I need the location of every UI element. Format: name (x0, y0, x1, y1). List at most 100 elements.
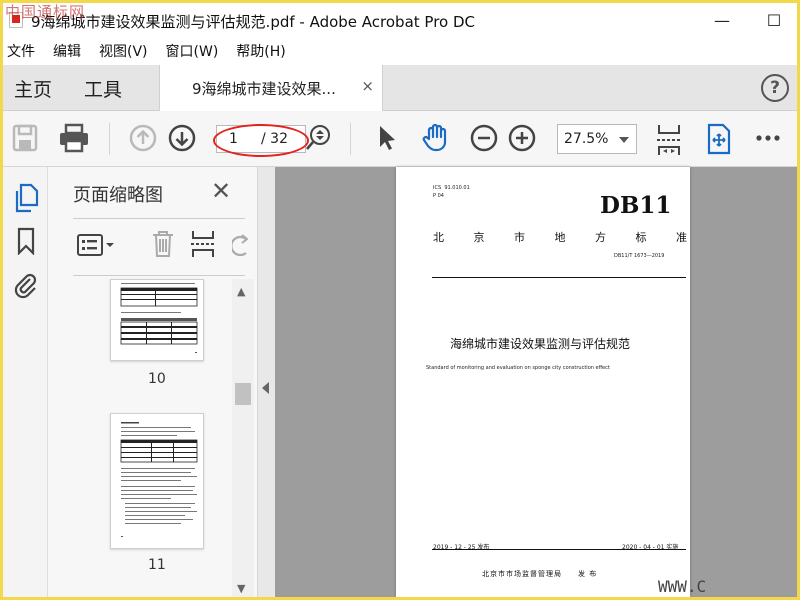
page-stepper-icon (306, 125, 330, 150)
rotate-page-button[interactable] (232, 231, 248, 259)
main-toolbar: 1 / 32 27.5% (3, 111, 797, 167)
pdf-page: ICS 91.010.01 P 04 DB11 北 京 市 地 方 标 准 DB… (396, 167, 690, 597)
insert-page-icon (191, 231, 215, 257)
bottom-watermark: WWW.C (658, 577, 707, 596)
next-page-button[interactable] (168, 123, 196, 153)
paperclip-icon (14, 273, 37, 299)
tab-close-button[interactable]: × (361, 77, 374, 95)
region-char: 市 (514, 231, 525, 244)
insert-page-button[interactable] (190, 229, 216, 259)
document-view[interactable]: ICS 91.010.01 P 04 DB11 北 京 市 地 方 标 准 DB… (275, 167, 797, 597)
attachments-button[interactable] (13, 271, 39, 301)
page-thumbnails-button[interactable] (13, 183, 39, 213)
footer-rule (432, 549, 686, 550)
cursor-arrow-icon (380, 126, 395, 150)
tab-document[interactable]: 9海绵城市建设效果... × (159, 65, 383, 111)
menu-help[interactable]: 帮助(H) (236, 41, 285, 61)
standard-number: DB11/T 1673—2019 (614, 253, 665, 259)
select-tool-button[interactable] (375, 123, 399, 153)
delete-page-button[interactable] (150, 229, 176, 259)
region-char: 京 (473, 231, 485, 244)
expand-page-icon (707, 123, 731, 155)
region-heading: 北 京 市 地 方 标 准 (433, 229, 687, 245)
region-char: 地 (554, 231, 566, 244)
fit-page-icon (657, 125, 681, 155)
menu-bar: 文件 编辑 视图(V) 窗口(W) 帮助(H) (3, 37, 797, 65)
zoom-level-select[interactable]: 27.5% (557, 124, 637, 154)
zoom-in-button[interactable] (508, 123, 536, 153)
prev-page-button[interactable] (129, 123, 157, 153)
window-title: 9海绵城市建设效果监测与评估规范.pdf - Adobe Acrobat Pro… (31, 13, 476, 31)
thumbnails-panel: 页面缩略图 ✕ 10 11 ▲ ▼ (48, 167, 258, 597)
collapse-left-icon[interactable] (262, 382, 269, 394)
region-char: 北 (433, 231, 444, 244)
thumbnail-page-number: 11 (148, 557, 166, 573)
header-rule (432, 277, 686, 278)
page-thumbnail-image (120, 422, 198, 537)
region-char: 准 (676, 231, 687, 244)
minimize-button[interactable]: — (699, 3, 745, 37)
tab-document-label: 9海绵城市建设效果... (192, 80, 336, 98)
page-fit-button[interactable] (655, 123, 683, 157)
options-list-icon (77, 234, 114, 256)
scrollbar-handle[interactable] (235, 383, 251, 405)
arrow-down-circle-icon (168, 124, 196, 152)
panel-divider (73, 275, 245, 276)
scroll-down-icon[interactable]: ▼ (237, 582, 245, 595)
navigation-rail (3, 167, 48, 597)
chevron-down-icon (619, 137, 629, 143)
title-bar: 中国通标网 9海绵城市建设效果监测与评估规范.pdf - Adobe Acrob… (3, 3, 797, 37)
print-button[interactable] (58, 123, 90, 153)
more-dots-icon (756, 135, 780, 141)
panel-collapse-strip[interactable] (258, 167, 275, 597)
plus-circle-icon (508, 124, 536, 152)
hand-tool-button[interactable] (421, 123, 451, 153)
help-button[interactable]: ? (761, 74, 789, 102)
thumbnail-scrollbar[interactable]: ▲ ▼ (232, 279, 254, 597)
save-button[interactable] (11, 123, 39, 153)
minus-circle-icon (470, 124, 498, 152)
panel-divider (73, 218, 245, 219)
maximize-button[interactable]: ☐ (751, 3, 797, 37)
publisher: 北京市市场监督管理局 发 布 (482, 570, 598, 578)
menu-view[interactable]: 视图(V) (99, 41, 148, 61)
page-thumbnail-image (120, 283, 198, 353)
toolbar-divider (109, 123, 110, 155)
bookmark-icon (17, 227, 35, 255)
tab-bar: 主页 工具 9海绵城市建设效果... × ? (3, 65, 797, 111)
thumbnail-page-number: 10 (148, 371, 166, 387)
tab-home[interactable]: 主页 (14, 75, 52, 102)
panel-title: 页面缩略图 (73, 185, 163, 206)
tab-tools[interactable]: 工具 (84, 75, 122, 102)
more-tools-button[interactable] (755, 123, 781, 153)
arrow-up-circle-icon (129, 124, 157, 152)
save-icon (12, 124, 38, 152)
panel-close-button[interactable]: ✕ (211, 177, 231, 205)
menu-edit[interactable]: 编辑 (53, 41, 81, 61)
region-char: 方 (595, 231, 606, 244)
page-thumbnail[interactable] (110, 279, 204, 361)
full-screen-button[interactable] (705, 123, 733, 155)
zoom-level-value: 27.5% (564, 131, 609, 147)
document-title-en: Standard of monitoring and evaluation on… (426, 365, 610, 371)
site-watermark: 中国通标网 (5, 3, 86, 21)
scroll-up-icon[interactable]: ▲ (237, 285, 245, 298)
menu-file[interactable]: 文件 (7, 41, 35, 61)
acrobat-window: 中国通标网 9海绵城市建设效果监测与评估规范.pdf - Adobe Acrob… (3, 3, 797, 597)
bookmarks-button[interactable] (16, 227, 36, 255)
standard-code: DB11 (600, 192, 672, 219)
highlight-ellipse (213, 124, 309, 157)
ics-code: ICS 91.010.01 P 04 (433, 185, 470, 199)
region-char: 标 (635, 231, 647, 244)
printer-icon (60, 123, 88, 153)
toolbar-divider (350, 123, 351, 155)
copy-pages-icon (15, 183, 39, 213)
page-thumbnail[interactable] (110, 413, 204, 549)
trash-icon (153, 231, 173, 257)
thumbnail-options-button[interactable] (76, 231, 116, 259)
document-title-cn: 海绵城市建设效果监测与评估规范 (450, 337, 631, 351)
zoom-out-button[interactable] (470, 123, 498, 153)
page-stepper-button[interactable] (305, 123, 331, 153)
rotate-icon (232, 234, 248, 257)
menu-window[interactable]: 窗口(W) (166, 41, 219, 61)
